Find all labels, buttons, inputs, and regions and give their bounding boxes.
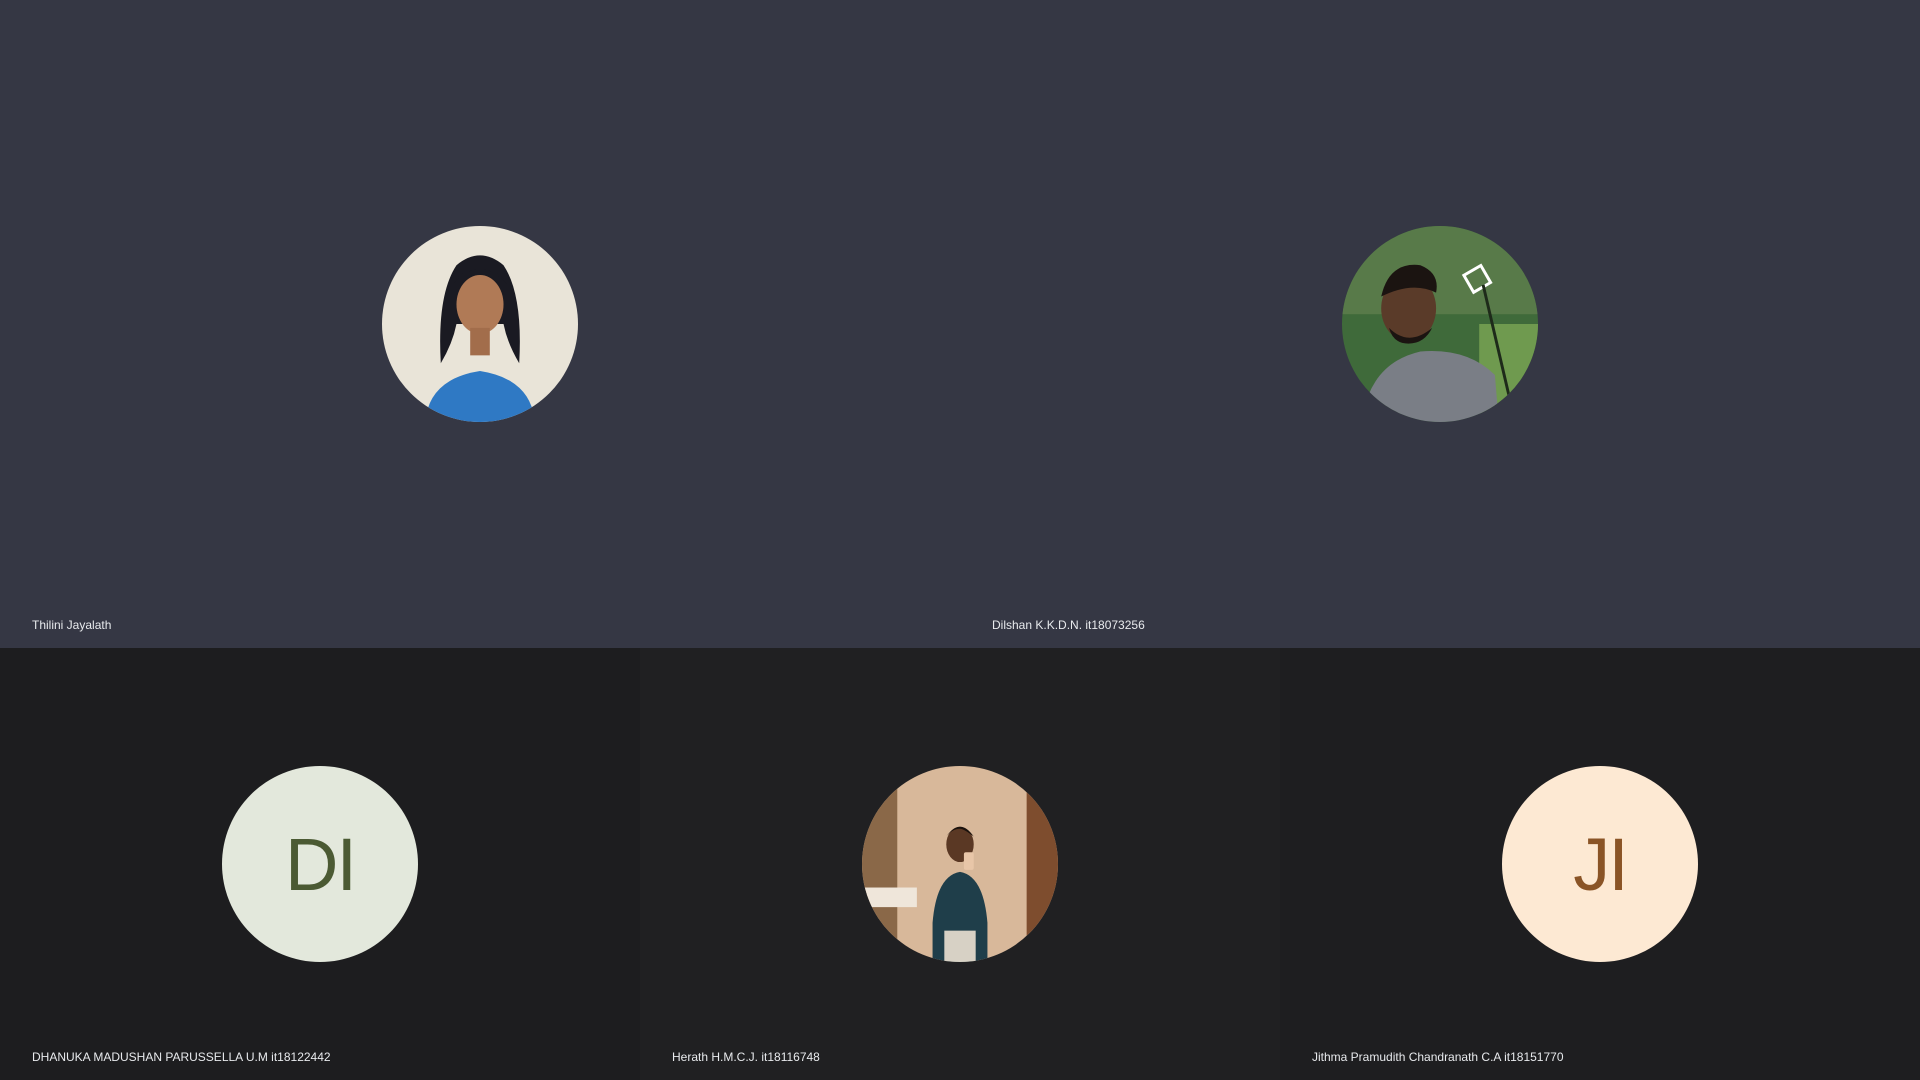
participant-tile-thilini[interactable]: Thilini Jayalath	[0, 0, 960, 648]
participant-name-label: DHANUKA MADUSHAN PARUSSELLA U.M it181224…	[32, 1050, 331, 1064]
man-outdoor-portrait-image	[1342, 226, 1538, 422]
participant-tile-dilshan[interactable]: Dilshan K.K.D.N. it18073256	[960, 0, 1920, 648]
participant-name-label: Thilini Jayalath	[32, 618, 112, 632]
participant-tile-jithma[interactable]: JI Jithma Pramudith Chandranath C.A it18…	[1280, 648, 1920, 1080]
man-mirror-selfie-image	[862, 766, 1058, 962]
meeting-participant-grid: Thilini Jayalath Dilshan K.K.D.N. it1807…	[0, 0, 1920, 1080]
participant-name-label: Jithma Pramudith Chandranath C.A it18151…	[1312, 1050, 1564, 1064]
participant-name-label: Herath H.M.C.J. it18116748	[672, 1050, 820, 1064]
participant-name-label: Dilshan K.K.D.N. it18073256	[992, 618, 1145, 632]
participant-tile-herath[interactable]: Herath H.M.C.J. it18116748	[640, 648, 1280, 1080]
participant-avatar-photo	[382, 226, 578, 422]
woman-portrait-image	[382, 226, 578, 422]
participant-avatar-photo	[862, 766, 1058, 962]
participant-tile-dhanuka[interactable]: DI DHANUKA MADUSHAN PARUSSELLA U.M it181…	[0, 648, 640, 1080]
participant-initials-avatar: JI	[1502, 766, 1698, 962]
participant-initials-avatar: DI	[222, 766, 418, 962]
participant-avatar-photo	[1342, 226, 1538, 422]
